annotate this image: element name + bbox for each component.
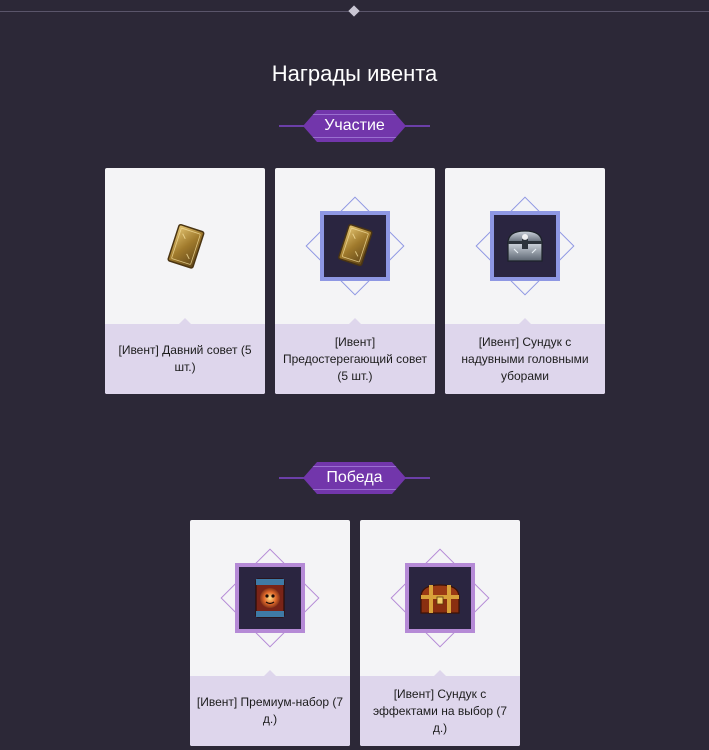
reward-icon-area — [360, 520, 520, 676]
reward-card[interactable]: [Ивент] Премиум-набор (7 д.) — [190, 520, 350, 746]
reward-icon-area — [190, 520, 350, 676]
premium-pack-icon — [235, 563, 305, 633]
reward-label: [Ивент] Премиум-набор (7 д.) — [190, 670, 350, 746]
reward-card[interactable]: [Ивент] Предостерегающий совет (5 шт.) — [275, 168, 435, 394]
reward-label: [Ивент] Давний совет (5 шт.) — [105, 318, 265, 394]
card-icon — [320, 211, 390, 281]
reward-card[interactable]: [Ивент] Сундук с эффектами на выбор (7 д… — [360, 520, 520, 746]
reward-label: [Ивент] Предостерегающий совет (5 шт.) — [275, 318, 435, 394]
section-badge: Участие — [303, 110, 406, 142]
treasure-chest-icon — [405, 563, 475, 633]
section-header-victory: Победа — [279, 462, 430, 494]
reward-label: [Ивент] Сундук с эффектами на выбор (7 д… — [360, 670, 520, 746]
reward-icon-area — [445, 168, 605, 324]
reward-icon-area — [105, 168, 265, 324]
page-title: Награды ивента — [271, 61, 438, 86]
top-divider-diamond — [348, 5, 360, 17]
section-header-participation: Участие — [279, 110, 430, 142]
reward-card[interactable]: [Ивент] Сундук с надувными головными убо… — [445, 168, 605, 394]
reward-icon-area — [275, 168, 435, 324]
reward-card[interactable]: [Ивент] Давний совет (5 шт.) — [105, 168, 265, 394]
section-badge: Победа — [303, 462, 406, 494]
card-icon — [160, 221, 210, 271]
silver-chest-icon — [490, 211, 560, 281]
reward-label: [Ивент] Сундук с надувными головными убо… — [445, 318, 605, 394]
